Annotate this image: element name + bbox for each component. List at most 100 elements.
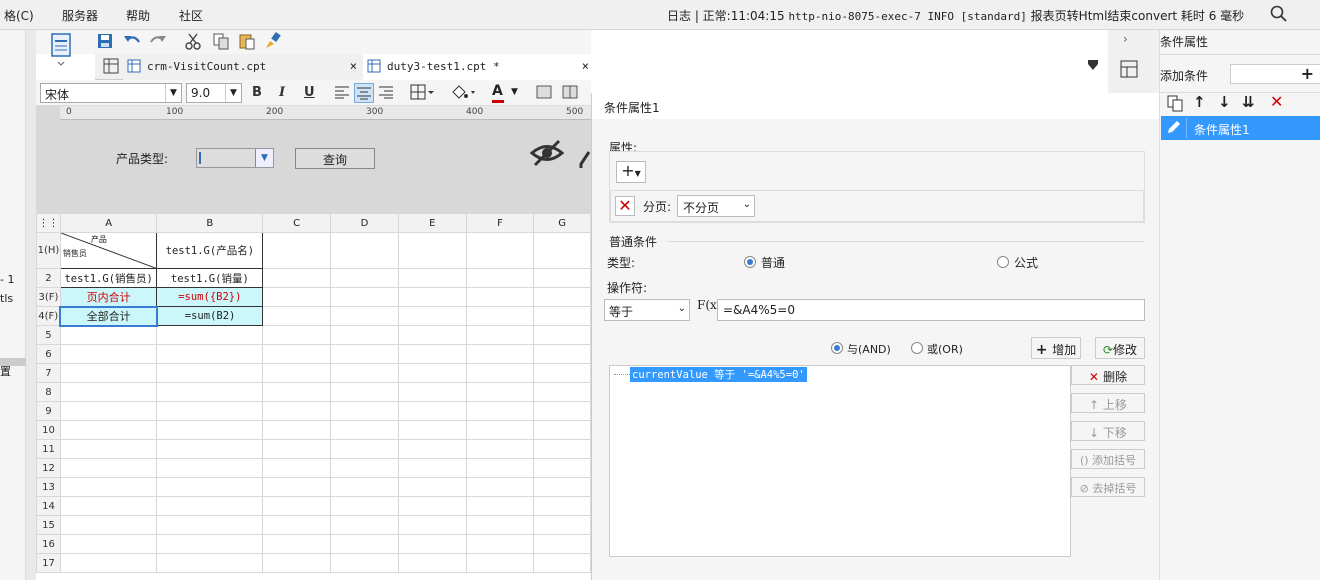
cell[interactable] xyxy=(262,496,332,516)
cell-attribute-icon[interactable] xyxy=(1120,60,1138,81)
cell[interactable] xyxy=(262,515,332,535)
cell[interactable] xyxy=(59,439,158,459)
align-right-icon[interactable] xyxy=(378,85,394,102)
condition-list-item[interactable]: 条件属性1 xyxy=(1161,116,1320,140)
redo-icon[interactable] xyxy=(148,32,168,53)
arrow-up-icon[interactable]: ↑ xyxy=(1193,93,1206,111)
format-brush-icon[interactable] xyxy=(264,32,282,53)
cell[interactable] xyxy=(262,553,332,573)
close-icon[interactable]: × xyxy=(350,59,357,73)
cell[interactable] xyxy=(156,534,264,554)
cell[interactable] xyxy=(465,363,535,383)
cell[interactable] xyxy=(262,534,332,554)
cell[interactable] xyxy=(330,458,399,478)
cell[interactable] xyxy=(330,477,399,497)
copy-condition-icon[interactable] xyxy=(1166,94,1184,115)
cell[interactable] xyxy=(397,553,467,573)
search-icon[interactable] xyxy=(1270,5,1288,23)
cell[interactable] xyxy=(397,401,467,421)
cell[interactable] xyxy=(262,439,332,459)
cell[interactable] xyxy=(156,458,264,478)
menu-server[interactable]: 服务器 xyxy=(62,7,98,24)
cell[interactable] xyxy=(397,325,467,345)
cell[interactable] xyxy=(397,268,467,288)
paste-icon[interactable] xyxy=(238,32,256,53)
cell[interactable] xyxy=(465,344,535,364)
cell[interactable] xyxy=(465,382,535,402)
add-bracket-button[interactable]: () 添加括号 xyxy=(1071,449,1145,469)
fill-color-icon[interactable] xyxy=(450,84,476,103)
tab-duty3-test1[interactable]: duty3-test1.cpt * × xyxy=(363,54,595,80)
pin-icon[interactable] xyxy=(1086,58,1100,75)
cell[interactable] xyxy=(330,306,399,326)
cell[interactable] xyxy=(397,287,467,307)
cell[interactable] xyxy=(533,515,591,535)
italic-button[interactable]: I xyxy=(279,85,285,100)
cell[interactable] xyxy=(465,553,535,573)
cell[interactable] xyxy=(59,344,158,364)
condition-item[interactable]: currentValue 等于 '=&A4%5=0' xyxy=(630,367,807,382)
cell[interactable] xyxy=(59,382,158,402)
cell[interactable] xyxy=(330,420,399,440)
cell[interactable] xyxy=(533,268,591,288)
cell[interactable] xyxy=(397,496,467,516)
cell[interactable] xyxy=(533,382,591,402)
query-button[interactable]: 查询 xyxy=(295,148,375,169)
cell[interactable]: test1.G(销量) xyxy=(156,268,264,288)
align-center-icon[interactable] xyxy=(354,83,374,103)
cell[interactable] xyxy=(533,325,591,345)
cell[interactable] xyxy=(59,477,158,497)
selected-cell[interactable]: 全部合计 xyxy=(59,305,158,327)
row-header[interactable]: 5 xyxy=(36,325,61,345)
cell[interactable] xyxy=(465,287,535,307)
cell[interactable] xyxy=(262,344,332,364)
remove-bracket-button[interactable]: ⊘ 去掉括号 xyxy=(1071,477,1145,497)
cell[interactable] xyxy=(59,515,158,535)
left-divider[interactable] xyxy=(26,30,36,580)
cell[interactable] xyxy=(59,458,158,478)
split-cell-icon[interactable] xyxy=(562,85,578,102)
row-header[interactable]: 8 xyxy=(36,382,61,402)
align-left-icon[interactable] xyxy=(334,85,350,102)
add-property-button[interactable]: +▼ xyxy=(616,161,646,183)
cell[interactable] xyxy=(397,306,467,326)
add-condition-field[interactable]: + xyxy=(1230,64,1320,84)
row-header[interactable]: 9 xyxy=(36,401,61,421)
undo-icon[interactable] xyxy=(122,32,142,53)
plus-icon[interactable]: + xyxy=(1301,64,1314,83)
font-size-select[interactable]: 9.0 ▼ xyxy=(186,83,242,103)
cell[interactable] xyxy=(59,534,158,554)
underline-button[interactable]: U xyxy=(304,85,315,100)
cell[interactable] xyxy=(397,477,467,497)
move-down-button[interactable]: ↓ 下移 xyxy=(1071,421,1145,441)
cell[interactable] xyxy=(533,401,591,421)
cell[interactable] xyxy=(397,458,467,478)
cell[interactable] xyxy=(330,439,399,459)
cell[interactable] xyxy=(397,344,467,364)
cell[interactable] xyxy=(262,306,332,326)
chevron-down-icon[interactable]: ▼ xyxy=(511,87,518,97)
cell[interactable] xyxy=(262,325,332,345)
cell[interactable] xyxy=(465,306,535,326)
slash-header-cell[interactable]: 产品 销售员 xyxy=(59,232,158,269)
cell[interactable]: =sum({B2}) xyxy=(156,287,264,307)
column-header[interactable]: D xyxy=(330,213,399,233)
cell[interactable] xyxy=(533,232,591,269)
column-header[interactable]: G xyxy=(533,213,591,233)
cell[interactable] xyxy=(533,306,591,326)
row-header[interactable]: 13 xyxy=(36,477,61,497)
hidden-eye-icon[interactable] xyxy=(529,138,565,171)
cell[interactable] xyxy=(330,496,399,516)
cell[interactable] xyxy=(397,232,467,269)
cell[interactable] xyxy=(156,401,264,421)
cell[interactable] xyxy=(262,363,332,383)
cell[interactable] xyxy=(330,287,399,307)
font-color-button[interactable]: A xyxy=(492,83,504,103)
cell[interactable] xyxy=(262,287,332,307)
or-radio[interactable] xyxy=(911,342,923,354)
row-header[interactable]: 14 xyxy=(36,496,61,516)
and-radio[interactable] xyxy=(831,342,843,354)
cell[interactable]: 页内合计 xyxy=(59,287,158,307)
row-header[interactable]: 11 xyxy=(36,439,61,459)
cell[interactable] xyxy=(465,477,535,497)
